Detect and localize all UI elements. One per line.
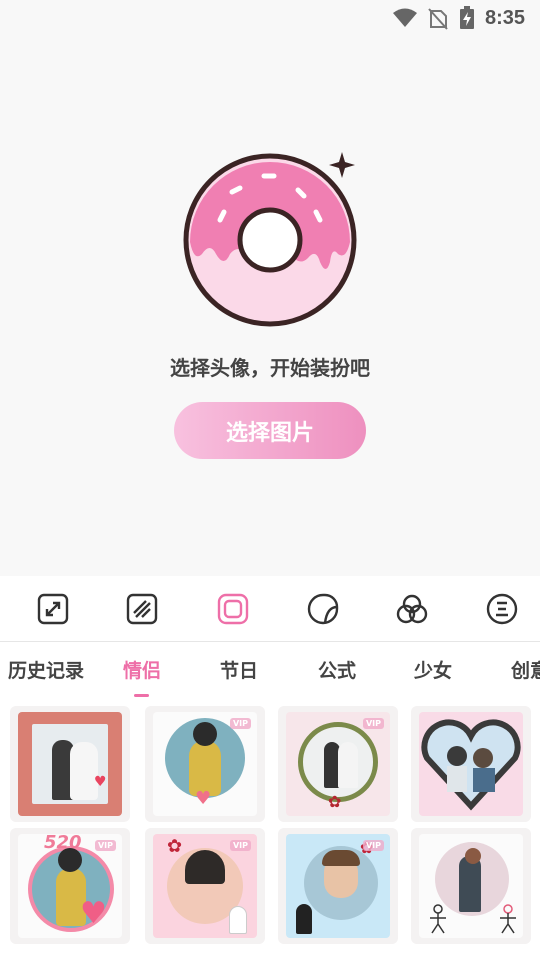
520-heart-balloons-thumb: 520 ♥ VIP — [18, 834, 122, 938]
donut-logo-icon — [183, 152, 357, 327]
tool-row — [0, 576, 540, 642]
stick-figure-couple-thumb — [419, 834, 523, 938]
select-image-button[interactable]: 选择图片 — [174, 402, 366, 459]
vip-badge: VIP — [229, 840, 251, 851]
sticker-icon[interactable] — [305, 591, 341, 627]
vip-badge: VIP — [229, 718, 251, 729]
tab-creative[interactable]: 创意 — [511, 656, 540, 683]
floral-wreath-thumb: ✿ VIP — [286, 712, 390, 816]
template-tile[interactable]: ♥ — [10, 706, 130, 822]
expand-arrows-icon[interactable] — [35, 591, 71, 627]
template-tile[interactable]: 520 ♥ VIP — [10, 828, 130, 944]
template-panel: 历史记录 情侣 节日 公式 少女 创意 ♥ ♥ VIP ✿ VIP 520 ♥ … — [0, 576, 540, 960]
template-tile[interactable] — [411, 706, 531, 822]
text-circle-icon[interactable] — [484, 591, 520, 627]
tab-indicator — [134, 694, 149, 697]
tab-holiday[interactable]: 节日 — [220, 656, 258, 683]
category-tabs: 历史记录 情侣 节日 公式 少女 创意 — [0, 644, 540, 696]
rounded-square-icon[interactable] — [215, 591, 251, 627]
status-time: 8:35 — [485, 7, 526, 29]
status-bar: 8:35 — [0, 0, 540, 36]
template-tile[interactable] — [411, 828, 531, 944]
tab-couple[interactable]: 情侣 — [123, 656, 161, 683]
no-sim-icon — [428, 8, 448, 30]
hero-tagline: 选择头像，开始装扮吧 — [170, 356, 370, 380]
red-square-frame-thumb: ♥ — [18, 712, 122, 816]
rose-couple-thumb: ✿ VIP — [153, 834, 257, 938]
vip-badge: VIP — [94, 840, 116, 851]
battery-charging-icon — [460, 6, 474, 29]
wifi-icon — [393, 8, 417, 27]
tab-history[interactable]: 历史记录 — [8, 656, 84, 683]
template-tile[interactable]: ♥ VIP — [145, 706, 265, 822]
template-tile[interactable]: ✿ VIP — [278, 706, 398, 822]
heart-hands-circle-thumb: ♥ VIP — [153, 712, 257, 816]
filmstrip-heart-thumb — [419, 712, 523, 816]
template-tile[interactable]: ✿ VIP — [278, 828, 398, 944]
blue-rose-circle-thumb: ✿ VIP — [286, 834, 390, 938]
tab-formal[interactable]: 公式 — [318, 656, 356, 683]
tab-girl[interactable]: 少女 — [414, 656, 452, 683]
diagonal-lines-icon[interactable] — [124, 591, 160, 627]
template-tile[interactable]: ✿ VIP — [145, 828, 265, 944]
three-circles-icon[interactable] — [394, 591, 430, 627]
vip-badge: VIP — [362, 718, 384, 729]
vip-badge: VIP — [362, 840, 384, 851]
